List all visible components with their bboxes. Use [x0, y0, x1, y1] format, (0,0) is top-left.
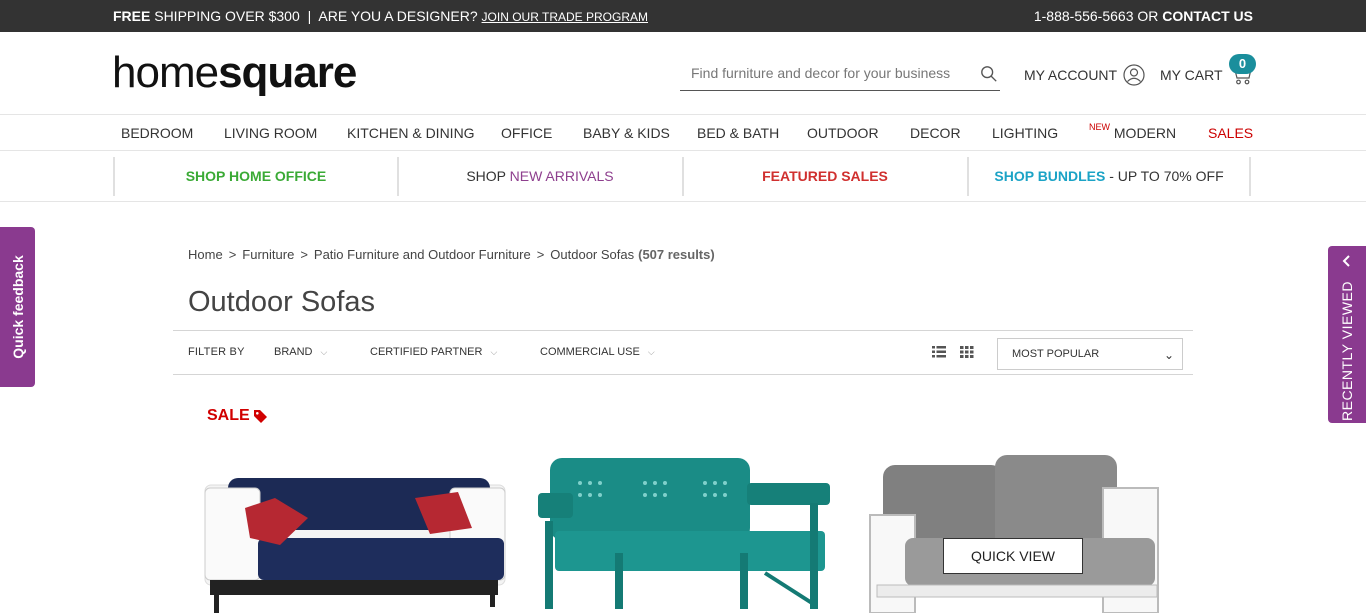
filter-brand-dropdown[interactable]: BRAND ⌵ [274, 346, 327, 358]
promo-home-office-label: SHOP HOME OFFICE [185, 168, 327, 184]
nav-item-outdoor[interactable]: OUTDOOR [807, 125, 879, 141]
promo-shop-label: SHOP [466, 168, 506, 184]
cart-count-badge: 0 [1229, 54, 1256, 74]
chevron-left-icon [1342, 255, 1350, 267]
nav-item-living-room[interactable]: LIVING ROOM [224, 125, 317, 141]
page-title: Outdoor Sofas [188, 286, 375, 318]
chevron-down-icon: ⌵ [320, 347, 328, 357]
list-view-icon[interactable] [932, 346, 946, 358]
logo-text-light: home [112, 48, 219, 97]
product-image-grey-loveseat[interactable] [865, 450, 1165, 613]
designer-label: ARE YOU A DESIGNER? [318, 8, 478, 24]
breadcrumb-furniture[interactable]: Furniture [242, 247, 294, 262]
promo-bar: SHOP HOME OFFICE SHOP NEW ARRIVALS FEATU… [0, 151, 1366, 202]
filter-commercial-label: COMMERCIAL USE [540, 346, 640, 358]
my-account-link[interactable]: MY ACCOUNT [1024, 64, 1145, 86]
product-image-teal-glider[interactable] [535, 453, 835, 613]
nav-item-lighting[interactable]: LIGHTING [992, 125, 1058, 141]
promo-home-office[interactable]: SHOP HOME OFFICE [113, 157, 397, 196]
nav-item-baby-kids[interactable]: BABY & KIDS [583, 125, 670, 141]
sale-label: SALE [207, 407, 250, 424]
promo-bundles[interactable]: SHOP BUNDLES - UP TO 70% OFF [967, 157, 1251, 196]
new-tag: NEW [1089, 122, 1110, 132]
contact-us-link[interactable]: CONTACT US [1162, 8, 1253, 24]
filter-bar: FILTER BY BRAND ⌵ CERTIFIED PARTNER ⌵ COMM… [173, 330, 1193, 375]
filter-certified-label: CERTIFIED PARTNER [370, 346, 483, 358]
quick-feedback-tab[interactable]: Quick feedback [0, 227, 35, 387]
homesquare-logo[interactable]: homesquare [112, 48, 357, 98]
filter-commercial-use-dropdown[interactable]: COMMERCIAL USE ⌵ [540, 346, 655, 358]
recently-viewed-label: RECENTLY VIEWED [1339, 280, 1355, 422]
sort-value: MOST POPULAR [1012, 348, 1100, 360]
nav-item-modern[interactable]: NEW MODERN [1089, 122, 1177, 141]
top-bar-left: FREE SHIPPING OVER $300 | ARE YOU A DESI… [113, 8, 648, 24]
breadcrumb-home[interactable]: Home [188, 247, 223, 262]
my-cart-label: MY CART [1160, 67, 1223, 83]
search-bar [680, 58, 1000, 91]
chevron-down-icon: ⌵ [490, 347, 498, 357]
user-icon [1123, 64, 1145, 86]
recently-viewed-tab[interactable]: RECENTLY VIEWED [1328, 246, 1366, 423]
main-nav: BEDROOM LIVING ROOM KITCHEN & DINING OFF… [0, 114, 1366, 151]
trade-program-link[interactable]: JOIN OUR TRADE PROGRAM [482, 10, 648, 24]
breadcrumb-separator: > [300, 247, 308, 262]
product-image-navy-sofa[interactable] [200, 470, 510, 613]
search-input[interactable] [680, 58, 970, 88]
quick-feedback-label: Quick feedback [9, 255, 26, 359]
promo-featured-sales[interactable]: FEATURED SALES [682, 157, 966, 196]
logo-text-bold: square [218, 48, 357, 97]
grid-view-icon[interactable] [960, 346, 974, 358]
top-bar-right: 1-888-556-5663 OR CONTACT US [1034, 8, 1253, 24]
breadcrumb-current: Outdoor Sofas [550, 247, 635, 262]
chevron-down-icon: ⌄ [1163, 348, 1174, 362]
phone-number: 1-888-556-5663 OR [1033, 8, 1159, 24]
breadcrumb-patio-furniture[interactable]: Patio Furniture and Outdoor Furniture [314, 247, 531, 262]
top-bar: FREE SHIPPING OVER $300 | ARE YOU A DESI… [0, 0, 1366, 32]
sale-badge: SALE [207, 407, 268, 425]
free-label: FREE [113, 8, 151, 24]
my-account-label: MY ACCOUNT [1024, 67, 1118, 83]
nav-item-decor[interactable]: DECOR [910, 125, 961, 141]
promo-new-arrivals-label: NEW ARRIVALS [509, 168, 614, 184]
filter-certified-partner-dropdown[interactable]: CERTIFIED PARTNER ⌵ [370, 346, 497, 358]
nav-item-office[interactable]: OFFICE [501, 125, 552, 141]
promo-bundles-suffix: - UP TO 70% OFF [1105, 168, 1224, 184]
promo-bundles-label: SHOP BUNDLES [994, 168, 1106, 184]
promo-featured-sales-label: FEATURED SALES [762, 168, 888, 184]
divider: | [307, 8, 312, 24]
nav-item-kitchen-dining[interactable]: KITCHEN & DINING [347, 125, 475, 141]
chevron-down-icon: ⌵ [647, 347, 655, 357]
search-icon[interactable] [980, 65, 998, 83]
shipping-label: SHIPPING OVER $300 [154, 8, 300, 24]
promo-new-arrivals[interactable]: SHOP NEW ARRIVALS [397, 157, 681, 196]
sort-select[interactable]: MOST POPULAR ⌄ [997, 338, 1183, 370]
nav-item-bed-bath[interactable]: BED & BATH [697, 125, 779, 141]
filter-by-label: FILTER BY [188, 346, 245, 358]
breadcrumb-separator: > [536, 247, 545, 262]
filter-brand-label: BRAND [274, 346, 313, 358]
price-tag-icon [253, 409, 267, 423]
nav-item-bedroom[interactable]: BEDROOM [121, 125, 193, 141]
breadcrumb-separator: > [228, 247, 237, 262]
results-count: (507 results) [638, 247, 715, 262]
nav-item-sales[interactable]: SALES [1208, 125, 1253, 141]
nav-item-modern-label: MODERN [1113, 125, 1177, 141]
breadcrumb: Home > Furniture > Patio Furniture and Outdo… [188, 247, 715, 262]
quick-view-button[interactable]: QUICK VIEW [943, 538, 1083, 574]
